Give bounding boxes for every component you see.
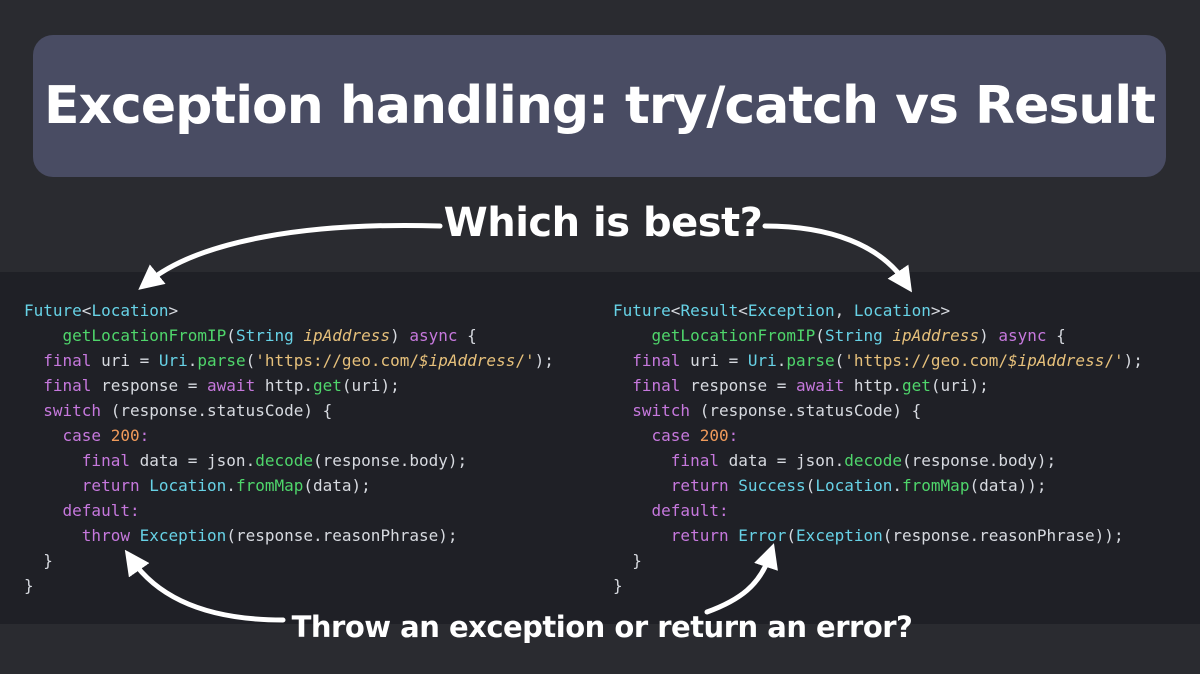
arrow-to-return-error (704, 543, 778, 615)
arrows-overlay (124, 222, 913, 623)
arrow-to-left-code (138, 222, 443, 290)
arrow-to-right-code (762, 223, 913, 293)
arrow-to-throw (124, 549, 286, 623)
